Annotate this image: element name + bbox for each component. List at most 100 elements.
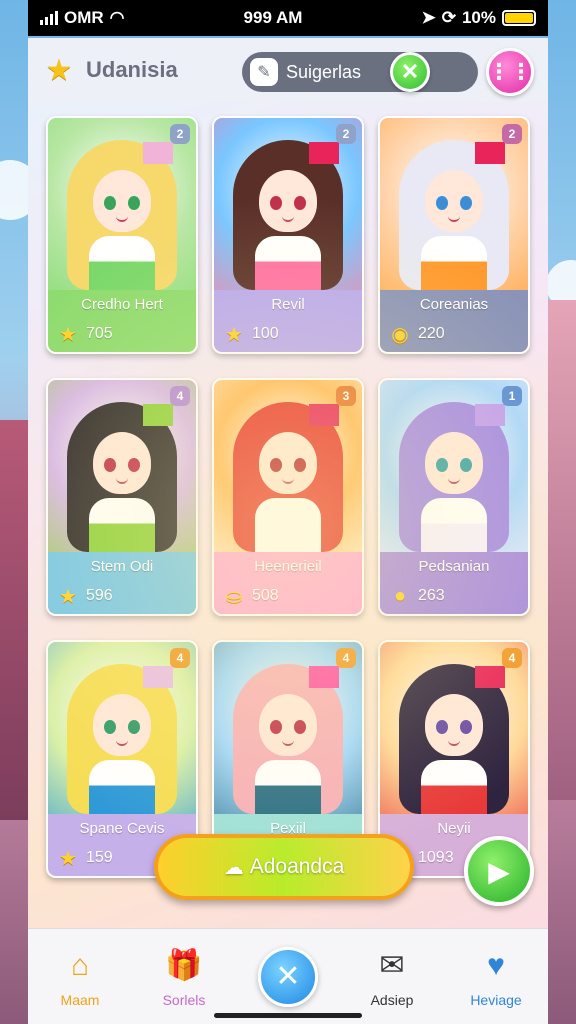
- rank-badge: 4: [336, 648, 356, 668]
- character-figure: [233, 140, 343, 300]
- suggestions-button[interactable]: ✎ Suigerlas ✕: [242, 52, 478, 92]
- signal-icon: [40, 11, 58, 25]
- character-figure: [399, 140, 509, 300]
- character-art: 1: [380, 380, 528, 562]
- star-icon: ★: [59, 585, 77, 608]
- status-bar: OMR ◠ 999 AM ➤ ⟳ 10%: [28, 0, 548, 36]
- rank-badge: 4: [170, 648, 190, 668]
- score-value: 159: [86, 849, 113, 866]
- character-art: 4: [48, 642, 196, 824]
- character-art: 2: [48, 118, 196, 300]
- card-info: Credho Hert ★ 705: [48, 290, 196, 352]
- card-info: Pedsanian ● 263: [380, 552, 528, 614]
- donut-icon: ◉: [391, 323, 409, 346]
- close-icon[interactable]: ✕: [258, 946, 318, 1007]
- battery-percent: 10%: [461, 8, 496, 27]
- app-title: Udanisia: [86, 57, 178, 82]
- character-name: Coreanias: [419, 296, 489, 313]
- rank-badge: 2: [336, 124, 356, 144]
- score-row: ⛀ 508: [222, 584, 354, 608]
- top-bar: ★ Udanisia ✎ Suigerlas ✕ ⋮⋮: [28, 38, 548, 102]
- suggestions-label: Suigerlas: [286, 61, 362, 82]
- menu-grid-button[interactable]: ⋮⋮: [486, 48, 534, 96]
- character-figure: [67, 402, 177, 562]
- nav-label: Sorlels: [162, 991, 206, 1008]
- rank-badge: 4: [170, 386, 190, 406]
- score-value: 1093: [418, 849, 454, 866]
- character-name: Pedsanian: [418, 558, 490, 575]
- character-figure: [67, 664, 177, 824]
- card-info: Heenerieil ⛀ 508: [214, 552, 362, 614]
- play-button[interactable]: ▶: [464, 836, 534, 906]
- cloud-icon: ☁: [223, 856, 244, 879]
- card-info: Revil ★ 100: [214, 290, 362, 352]
- card-info: Coreanias ◉ 220: [380, 290, 528, 352]
- star-icon: ★: [59, 847, 77, 870]
- location-icon: ➤: [421, 8, 436, 27]
- coin-icon: ●: [393, 584, 407, 607]
- character-card[interactable]: 2 Credho Hert ★ 705: [46, 116, 198, 354]
- nav-item[interactable]: 🎁 Sorlels: [139, 946, 229, 1008]
- character-art: 2: [380, 118, 528, 300]
- character-figure: [233, 664, 343, 824]
- star-icon: ★: [45, 52, 73, 88]
- cta-button[interactable]: ☁ Adoandca: [154, 834, 414, 900]
- character-figure: [399, 664, 509, 824]
- home-icon: ⌂: [70, 948, 90, 982]
- rank-badge: 3: [336, 386, 356, 406]
- star-icon: ★: [59, 323, 77, 346]
- background-building: [546, 300, 576, 800]
- score-row: ◉ 220: [388, 322, 520, 346]
- character-art: 4: [48, 380, 196, 562]
- gift-icon: 🎁: [165, 949, 203, 982]
- message-icon: ✉: [379, 949, 405, 982]
- character-card[interactable]: 2 Coreanias ◉ 220: [378, 116, 530, 354]
- nav-item[interactable]: ⌂ Maam: [35, 946, 125, 1008]
- status-time: 999 AM: [243, 8, 303, 27]
- character-name: Credho Hert: [81, 296, 163, 313]
- score-value: 596: [86, 587, 113, 604]
- character-grid: 2 Credho Hert ★ 705 2 Revil ★ 100 2 Core…: [46, 116, 530, 878]
- heart-icon: ♥: [487, 948, 505, 982]
- score-value: 220: [418, 325, 445, 342]
- home-indicator: [214, 1013, 362, 1018]
- character-figure: [67, 140, 177, 300]
- carrier-name: OMR: [64, 8, 104, 27]
- score-row: ★ 100: [222, 322, 354, 346]
- character-name: Revil: [271, 296, 305, 313]
- nav-item[interactable]: ✉ Adsiep: [347, 946, 437, 1008]
- character-figure: [233, 402, 343, 562]
- character-card[interactable]: 4 Stem Odi ★ 596: [46, 378, 198, 616]
- star-icon: ★: [225, 323, 243, 346]
- close-button[interactable]: ✕: [390, 52, 430, 92]
- top-actions: ✎ Suigerlas ✕ ⋮⋮: [242, 48, 534, 96]
- character-figure: [399, 402, 509, 562]
- character-card[interactable]: 1 Pedsanian ● 263: [378, 378, 530, 616]
- pot-icon: ⛀: [225, 585, 243, 608]
- nav-item[interactable]: ♥ Heviage: [451, 946, 541, 1008]
- character-art: 3: [214, 380, 362, 562]
- score-row: ★ 705: [56, 322, 188, 346]
- rank-badge: 1: [502, 386, 522, 406]
- nav-item[interactable]: ✕: [243, 946, 333, 1007]
- nav-label: Maam: [60, 991, 100, 1008]
- score-value: 263: [418, 587, 445, 604]
- battery-icon: [501, 10, 536, 26]
- sync-icon: ⟳: [441, 8, 456, 27]
- nav-label: Heviage: [470, 991, 522, 1008]
- brush-icon: ✎: [250, 58, 278, 86]
- score-value: 705: [86, 325, 113, 342]
- character-art: 4: [214, 642, 362, 824]
- rank-badge: 2: [502, 124, 522, 144]
- character-card[interactable]: 2 Revil ★ 100: [212, 116, 364, 354]
- score-row: ★ 596: [56, 584, 188, 608]
- character-name: Stem Odi: [90, 558, 154, 575]
- app-panel: ★ Udanisia ✎ Suigerlas ✕ ⋮⋮ 2 Credho Her…: [28, 38, 548, 1024]
- cta-label: Adoandca: [249, 855, 345, 878]
- character-card[interactable]: 3 Heenerieil ⛀ 508: [212, 378, 364, 616]
- score-value: 100: [252, 325, 279, 342]
- wifi-icon: ◠: [109, 8, 125, 27]
- score-row: ● 263: [388, 584, 520, 608]
- score-value: 508: [252, 587, 279, 604]
- character-art: 4: [380, 642, 528, 824]
